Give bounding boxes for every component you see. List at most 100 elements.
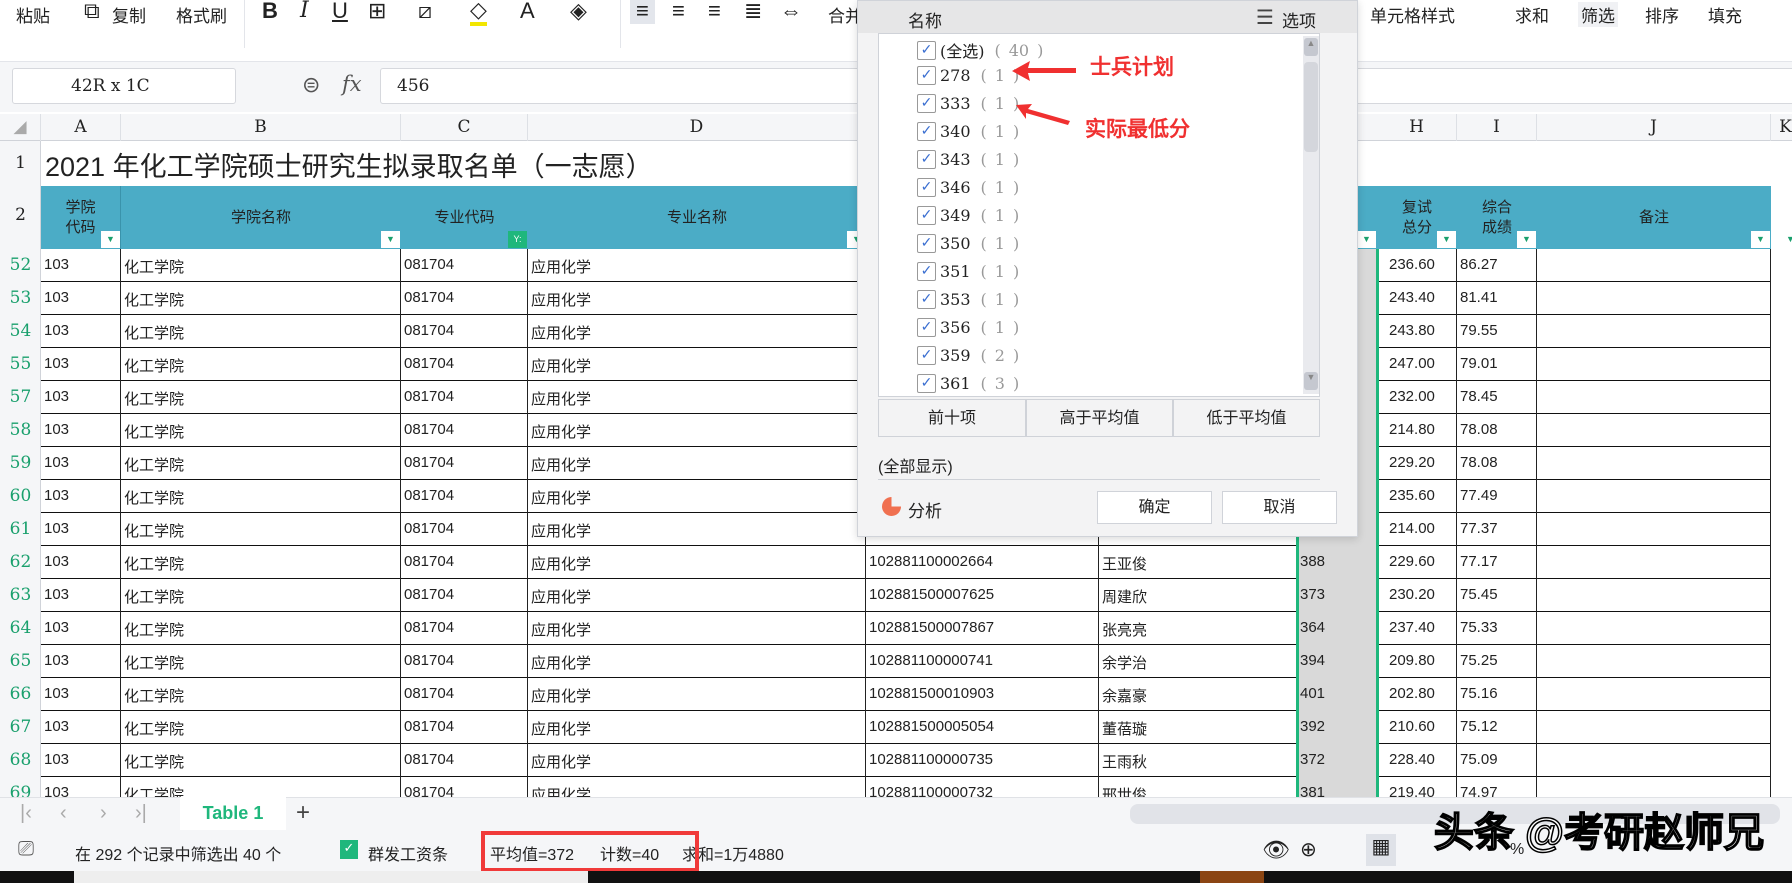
checkbox[interactable]: ✓ (917, 374, 936, 393)
column-header-k[interactable]: K (1771, 114, 1792, 141)
name-box[interactable]: 42R x 1C (12, 68, 236, 104)
cell-g[interactable]: 373 (1297, 579, 1377, 612)
cell-i[interactable]: 75.16 (1457, 678, 1537, 711)
column-header-c[interactable]: C (401, 114, 528, 141)
cell-c[interactable]: 081704 (401, 480, 528, 513)
column-header-j[interactable]: J (1537, 114, 1771, 141)
borders-icon[interactable]: ⊞ (368, 0, 386, 24)
cell-h[interactable]: 247.00 (1377, 348, 1457, 381)
cell-d[interactable]: 应用化学 (528, 711, 866, 744)
checkbox[interactable]: ✓ (917, 150, 936, 169)
filter-list-item[interactable]: ✓ 356 (1) (917, 318, 1019, 337)
cell-c[interactable]: 081704 (401, 348, 528, 381)
cell-b[interactable]: 化工学院 (121, 414, 401, 447)
row-header[interactable]: 58 (0, 420, 41, 440)
copy-icon[interactable]: ⧉ (84, 0, 100, 24)
cell-a[interactable]: 103 (41, 645, 121, 678)
cell-f[interactable]: 王雨秋 (1099, 744, 1297, 777)
cell-f[interactable]: 邢世俊 (1099, 777, 1297, 797)
row-header[interactable]: 62 (0, 552, 41, 572)
cell-h[interactable]: 229.20 (1377, 447, 1457, 480)
taskbar-item[interactable] (74, 871, 588, 883)
row-header-2[interactable]: 2 (0, 205, 41, 225)
cell-h[interactable]: 232.00 (1377, 381, 1457, 414)
show-all-link[interactable]: (全部显示) (878, 453, 953, 477)
cell-i[interactable]: 75.09 (1457, 744, 1537, 777)
cell-c[interactable]: 081704 (401, 711, 528, 744)
cancel-button[interactable]: 取消 (1222, 491, 1337, 524)
format-painter-button[interactable]: 格式刷 (176, 2, 227, 27)
checkbox[interactable]: ✓ (917, 122, 936, 141)
cell-g[interactable]: 381 (1297, 777, 1377, 797)
cell-c[interactable]: 081704 (401, 447, 528, 480)
cell-i[interactable]: 77.49 (1457, 480, 1537, 513)
cell-b[interactable]: 化工学院 (121, 546, 401, 579)
cell-c[interactable]: 081704 (401, 546, 528, 579)
bold-button[interactable]: B (262, 0, 278, 24)
fx-icon[interactable]: fx (342, 72, 362, 96)
align-center-icon[interactable]: ≡ (672, 0, 685, 24)
filter-dropdown-h[interactable]: ▼ (1437, 231, 1456, 248)
cell-d[interactable]: 应用化学 (528, 348, 866, 381)
filter-list-item[interactable]: ✓ 361 (3) (917, 374, 1019, 393)
cell-d[interactable]: 应用化学 (528, 315, 866, 348)
cell-b[interactable]: 化工学院 (121, 282, 401, 315)
add-sheet-button[interactable]: + (296, 799, 310, 827)
cell-i[interactable]: 78.08 (1457, 447, 1537, 480)
cell-j[interactable] (1537, 414, 1771, 447)
cell-d[interactable]: 应用化学 (528, 447, 866, 480)
header-college-name[interactable]: 学院名称 (121, 186, 401, 249)
checkbox[interactable]: ✓ (917, 290, 936, 309)
row-header[interactable]: 60 (0, 486, 41, 506)
checkbox[interactable]: ✓ (917, 94, 936, 113)
cell-d[interactable]: 应用化学 (528, 282, 866, 315)
options-button[interactable]: 选项 (1282, 7, 1316, 32)
filter-dropdown-b[interactable]: ▼ (381, 231, 400, 248)
filter-active-icon-c[interactable]: Y: (508, 231, 527, 248)
next-sheet-icon[interactable]: › (100, 802, 107, 825)
cell-c[interactable]: 081704 (401, 645, 528, 678)
cell-g[interactable]: 394 (1297, 645, 1377, 678)
fill-pattern-icon[interactable]: ⧄ (418, 0, 432, 24)
cell-a[interactable]: 103 (41, 612, 121, 645)
cell-b[interactable]: 化工学院 (121, 315, 401, 348)
cell-a[interactable]: 103 (41, 249, 121, 282)
cell-j[interactable] (1537, 777, 1771, 797)
cell-a[interactable]: 103 (41, 381, 121, 414)
header-major-name[interactable]: 专业名称 (528, 186, 866, 249)
prev-sheet-icon[interactable]: ‹ (60, 802, 67, 825)
cell-g[interactable]: 364 (1297, 612, 1377, 645)
row-header[interactable]: 68 (0, 750, 41, 770)
cell-c[interactable]: 081704 (401, 612, 528, 645)
filter-list-item[interactable]: ✓ 278(1) (917, 66, 1019, 85)
cell-j[interactable] (1537, 744, 1771, 777)
sheet-tab-table-1[interactable]: Table 1 (180, 797, 286, 830)
checkbox[interactable]: ✓ (917, 206, 936, 225)
cell-d[interactable]: 应用化学 (528, 645, 866, 678)
row-header[interactable]: 59 (0, 453, 41, 473)
column-header-h[interactable]: H (1377, 114, 1457, 141)
cell-b[interactable]: 化工学院 (121, 513, 401, 546)
cell-b[interactable]: 化工学院 (121, 480, 401, 513)
cell-i[interactable]: 75.12 (1457, 711, 1537, 744)
row-header[interactable]: 61 (0, 519, 41, 539)
below-average-button[interactable]: 低于平均值 (1173, 399, 1320, 437)
cell-d[interactable]: 应用化学 (528, 480, 866, 513)
row-header[interactable]: 55 (0, 354, 41, 374)
header-remarks[interactable]: 备注 (1537, 186, 1771, 249)
row-header[interactable]: 52 (0, 255, 41, 275)
cell-a[interactable]: 103 (41, 513, 121, 546)
cell-d[interactable]: 应用化学 (528, 678, 866, 711)
cell-e[interactable]: 102881500007867 (866, 612, 1099, 645)
filter-list-item[interactable]: ✓ 349 (1) (917, 206, 1019, 225)
cell-i[interactable]: 79.01 (1457, 348, 1537, 381)
cell-h[interactable]: 236.60 (1377, 249, 1457, 282)
font-color-icon[interactable]: A (520, 0, 535, 24)
cell-i[interactable]: 75.33 (1457, 612, 1537, 645)
cell-i[interactable]: 74.97 (1457, 777, 1537, 797)
cell-j[interactable] (1537, 711, 1771, 744)
first-sheet-icon[interactable]: |‹ (20, 802, 32, 825)
cell-c[interactable]: 081704 (401, 777, 528, 797)
cell-j[interactable] (1537, 612, 1771, 645)
copy-button[interactable]: 复制 (112, 2, 146, 27)
